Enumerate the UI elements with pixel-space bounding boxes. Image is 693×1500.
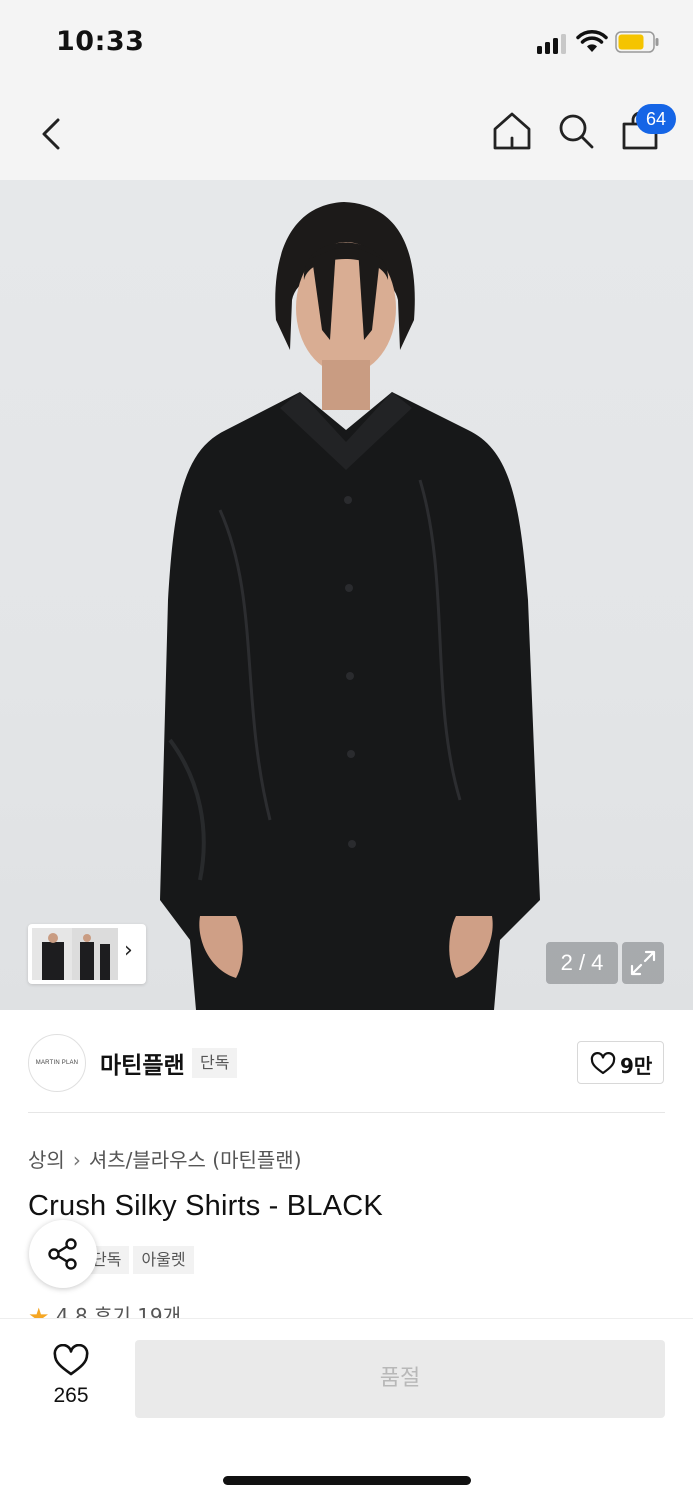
divider bbox=[28, 1112, 665, 1113]
brand-like-count: 9만 bbox=[620, 1054, 653, 1078]
product-tags: 단독 아울렛 bbox=[84, 1246, 198, 1274]
battery-icon bbox=[615, 31, 659, 53]
tag-outlet: 아울렛 bbox=[133, 1246, 194, 1274]
breadcrumb-separator-icon: › bbox=[72, 1148, 81, 1172]
expand-image-button[interactable] bbox=[622, 942, 664, 984]
thumbnail-images[interactable] bbox=[32, 928, 118, 980]
chevron-right-icon[interactable]: › bbox=[124, 938, 133, 963]
product-image[interactable] bbox=[0, 180, 693, 1010]
exclusive-badge: 단독 bbox=[192, 1048, 238, 1078]
brand-like-button[interactable]: 9만 bbox=[577, 1041, 664, 1084]
breadcrumb-subcategory[interactable]: 셔츠/블라우스 (마틴플랜) bbox=[89, 1148, 302, 1172]
search-icon[interactable] bbox=[554, 108, 598, 154]
share-button[interactable] bbox=[29, 1220, 97, 1288]
heart-outline-icon bbox=[590, 1052, 616, 1075]
share-icon bbox=[48, 1238, 77, 1270]
image-page-indicator: 2 / 4 bbox=[546, 942, 618, 984]
sold-out-button[interactable]: 품절 bbox=[135, 1340, 665, 1418]
cart-count-badge: 64 bbox=[636, 104, 676, 134]
product-title: Crush Silky Shirts - BLACK bbox=[28, 1190, 383, 1222]
back-arrow-icon[interactable] bbox=[34, 110, 74, 156]
home-indicator bbox=[223, 1476, 471, 1485]
status-bar: 10:33 bbox=[0, 0, 693, 88]
model-photo bbox=[160, 202, 540, 1010]
brand-name[interactable]: 마틴플랜 bbox=[100, 1046, 185, 1080]
thumbnail-strip[interactable]: › bbox=[28, 924, 146, 984]
expand-icon bbox=[630, 950, 656, 976]
home-icon[interactable] bbox=[490, 108, 534, 154]
wishlist-count: 265 bbox=[53, 1384, 89, 1407]
breadcrumb-category[interactable]: 상의 bbox=[28, 1148, 65, 1172]
breadcrumb: 상의 › 셔츠/블라우스 (마틴플랜) bbox=[28, 1144, 302, 1173]
brand-logo[interactable]: MARTIN PLAN bbox=[28, 1034, 86, 1092]
wifi-icon bbox=[576, 30, 608, 52]
top-nav-bar bbox=[0, 88, 693, 180]
wishlist-heart-icon[interactable] bbox=[52, 1344, 90, 1378]
status-time: 10:33 bbox=[56, 26, 145, 57]
cellular-signal-icon bbox=[537, 34, 569, 54]
rating-row[interactable]: ★ 4.8 후기 19개 bbox=[28, 1300, 181, 1320]
